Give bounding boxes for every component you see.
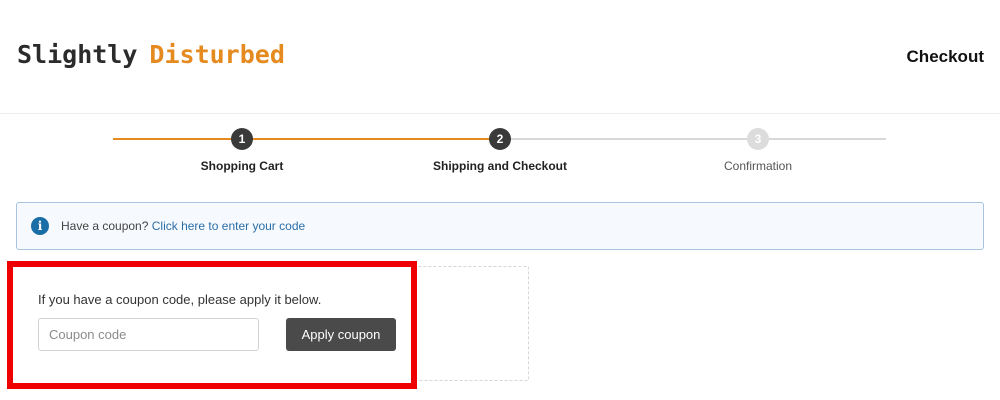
step-2-circle: 2: [489, 128, 511, 150]
coupon-notice-text: Have a coupon? Click here to enter your …: [61, 219, 305, 233]
step-3-circle: 3: [747, 128, 769, 150]
coupon-notice-question: Have a coupon?: [61, 219, 149, 233]
step-1-circle: 1: [231, 128, 253, 150]
info-icon: i: [31, 217, 49, 235]
progress-line-2-3: [500, 138, 758, 140]
progress-line-1-left: [113, 138, 242, 140]
page-title: Checkout: [906, 47, 984, 66]
logo-word-disturbed: Disturbed: [149, 40, 285, 69]
step-3-label: Confirmation: [723, 159, 793, 173]
coupon-code-input[interactable]: [38, 318, 259, 351]
enter-coupon-link[interactable]: Click here to enter your code: [152, 219, 305, 233]
progress-line-3-right: [758, 138, 886, 140]
apply-coupon-button[interactable]: Apply coupon: [286, 318, 396, 351]
checkout-page: Slightly Disturbed Checkout 1 2 3 Shoppin…: [0, 0, 1000, 400]
coupon-notice: i Have a coupon? Click here to enter you…: [16, 202, 984, 250]
step-1-label[interactable]: Shopping Cart: [142, 159, 342, 173]
progress-line-1-2: [242, 138, 500, 140]
site-header: Slightly Disturbed Checkout: [0, 0, 1000, 114]
site-logo[interactable]: Slightly Disturbed: [17, 40, 285, 69]
step-2-label: Shipping and Checkout: [433, 159, 567, 173]
logo-word-slightly: Slightly: [17, 40, 138, 69]
checkout-progress: 1 2 3 Shopping Cart Shipping and Checkou…: [0, 120, 1000, 180]
coupon-prompt-text: If you have a coupon code, please apply …: [38, 292, 322, 307]
